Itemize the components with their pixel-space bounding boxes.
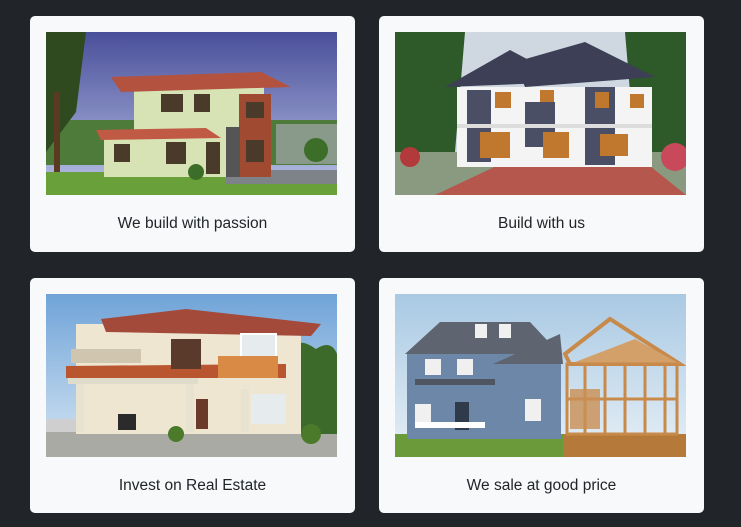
house-photo-3[interactable] bbox=[46, 294, 337, 457]
gallery-card-3[interactable]: Invest on Real Estate bbox=[30, 278, 355, 513]
house-photo-1[interactable] bbox=[46, 32, 337, 195]
card-caption: Build with us bbox=[497, 215, 585, 232]
gallery-card-2[interactable]: Build with us bbox=[379, 16, 704, 252]
gallery-card-1[interactable]: We build with passion bbox=[30, 16, 355, 252]
gallery-card-4[interactable]: We sale at good price bbox=[379, 278, 704, 513]
card-caption: We build with passion bbox=[117, 215, 268, 232]
house-photo-4[interactable] bbox=[395, 294, 686, 457]
house-photo-2[interactable] bbox=[395, 32, 686, 195]
card-caption: Invest on Real Estate bbox=[118, 477, 267, 494]
card-caption: We sale at good price bbox=[466, 477, 617, 494]
